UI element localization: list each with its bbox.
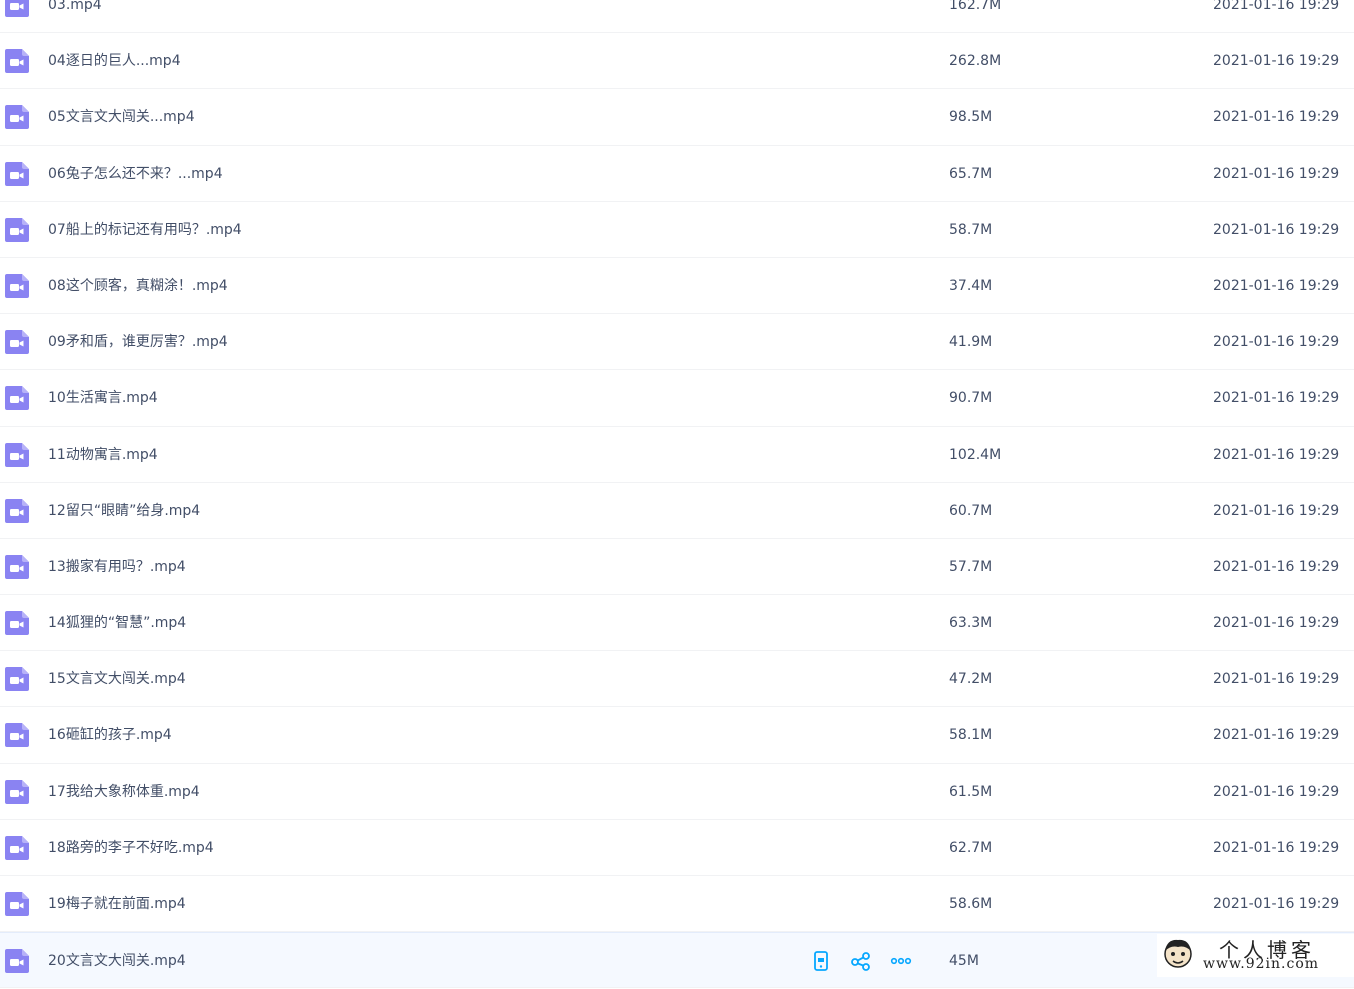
file-size: 98.5M bbox=[949, 109, 993, 126]
file-row[interactable]: 20文言文大闯关.mp4 45M bbox=[0, 932, 1354, 989]
file-date: 2021-01-16 19:29 bbox=[1213, 615, 1340, 632]
video-file-icon bbox=[5, 611, 29, 636]
file-row[interactable]: 19梅子就在前面.mp4 58.6M 2021-01-16 19:29 bbox=[0, 876, 1354, 933]
file-date: 2021-01-16 19:29 bbox=[1213, 53, 1340, 70]
file-name[interactable]: 15文言文大闯关.mp4 bbox=[48, 651, 186, 707]
file-size: 60.7M bbox=[949, 502, 993, 519]
file-date: 2021-01-16 19:29 bbox=[1213, 334, 1340, 351]
file-name[interactable]: 12留只“眼睛”给身.mp4 bbox=[48, 483, 200, 539]
share-icon[interactable] bbox=[850, 950, 872, 972]
file-size: 41.9M bbox=[949, 334, 993, 351]
file-name[interactable]: 16砸缸的孩子.mp4 bbox=[48, 707, 172, 763]
file-size: 37.4M bbox=[949, 277, 993, 294]
file-row[interactable]: 06兔子怎么还不来？...mp4 65.7M 2021-01-16 19:29 bbox=[0, 146, 1354, 202]
more-icon[interactable] bbox=[890, 950, 912, 972]
video-file-icon bbox=[5, 273, 29, 298]
file-size: 102.4M bbox=[949, 446, 1002, 463]
file-size: 162.7M bbox=[949, 0, 1002, 13]
file-name[interactable]: 11动物寓言.mp4 bbox=[48, 427, 158, 483]
file-name[interactable]: 18路旁的李子不好吃.mp4 bbox=[48, 820, 214, 876]
file-date: 2021-01-16 19:29 bbox=[1213, 109, 1340, 126]
file-row[interactable]: 11动物寓言.mp4 102.4M 2021-01-16 19:29 bbox=[0, 427, 1354, 483]
video-file-icon bbox=[5, 892, 29, 916]
video-file-icon bbox=[5, 49, 29, 74]
video-file-icon bbox=[5, 0, 29, 17]
file-date: 2021-01-16 19:29 bbox=[1213, 558, 1340, 575]
file-name[interactable]: 05文言文大闯关...mp4 bbox=[48, 89, 195, 145]
watermark: 个人博客 www.92in.com bbox=[1157, 934, 1354, 977]
file-name[interactable]: 09矛和盾，谁更厉害？.mp4 bbox=[48, 314, 228, 370]
video-file-icon bbox=[5, 779, 29, 804]
file-size: 262.8M bbox=[949, 53, 1002, 70]
file-name[interactable]: 19梅子就在前面.mp4 bbox=[48, 876, 186, 932]
file-date: 2021-01-16 19:29 bbox=[1213, 783, 1340, 800]
file-date: 2021-01-16 19:29 bbox=[1213, 0, 1340, 13]
file-date: 2021-01-16 19:29 bbox=[1213, 446, 1340, 463]
file-row[interactable]: 17我给大象称体重.mp4 61.5M 2021-01-16 19:29 bbox=[0, 764, 1354, 820]
video-file-icon bbox=[5, 330, 29, 355]
file-size: 58.1M bbox=[949, 727, 993, 744]
video-file-icon bbox=[5, 835, 29, 860]
video-file-icon bbox=[5, 498, 29, 523]
file-name[interactable]: 13搬家有用吗？.mp4 bbox=[48, 539, 186, 595]
file-name[interactable]: 20文言文大闯关.mp4 bbox=[48, 933, 186, 989]
file-date: 2021-01-16 19:29 bbox=[1213, 277, 1340, 294]
file-row[interactable]: 03.mp4 162.7M 2021-01-16 19:29 bbox=[0, 0, 1354, 34]
file-row[interactable]: 15文言文大闯关.mp4 47.2M 2021-01-16 19:29 bbox=[0, 651, 1354, 708]
video-file-icon bbox=[5, 723, 29, 748]
file-row[interactable]: 12留只“眼睛”给身.mp4 60.7M 2021-01-16 19:29 bbox=[0, 483, 1354, 539]
avatar-face-icon bbox=[1164, 939, 1192, 968]
video-file-icon bbox=[5, 105, 29, 130]
file-row[interactable]: 10生活寓言.mp4 90.7M 2021-01-16 19:29 bbox=[0, 370, 1354, 427]
file-row[interactable]: 18路旁的李子不好吃.mp4 62.7M 2021-01-16 19:29 bbox=[0, 820, 1354, 876]
file-date: 2021-01-16 19:29 bbox=[1213, 896, 1340, 912]
file-date: 2021-01-16 19:29 bbox=[1213, 502, 1340, 519]
file-size: 61.5M bbox=[949, 783, 993, 800]
video-file-icon bbox=[5, 217, 29, 242]
file-size: 63.3M bbox=[949, 615, 993, 632]
file-date: 2021-01-16 19:29 bbox=[1213, 671, 1340, 688]
file-name[interactable]: 14狐狸的“智慧”.mp4 bbox=[48, 595, 186, 651]
video-file-icon bbox=[5, 442, 29, 467]
watermark-url: www.92in.com bbox=[1203, 956, 1320, 972]
phone-icon[interactable] bbox=[810, 950, 832, 972]
file-date: 2021-01-16 19:29 bbox=[1213, 727, 1340, 744]
file-date: 2021-01-16 19:29 bbox=[1213, 839, 1340, 856]
file-row[interactable]: 07船上的标记还有用吗？.mp4 58.7M 2021-01-16 19:29 bbox=[0, 202, 1354, 258]
file-date: 2021-01-16 19:29 bbox=[1213, 221, 1340, 238]
file-size: 65.7M bbox=[949, 165, 993, 182]
file-name[interactable]: 06兔子怎么还不来？...mp4 bbox=[48, 146, 223, 202]
file-size: 58.6M bbox=[949, 896, 993, 912]
file-name[interactable]: 10生活寓言.mp4 bbox=[48, 370, 158, 426]
video-file-icon bbox=[5, 386, 29, 411]
file-row[interactable]: 09矛和盾，谁更厉害？.mp4 41.9M 2021-01-16 19:29 bbox=[0, 314, 1354, 371]
video-file-icon bbox=[5, 949, 29, 974]
video-file-icon bbox=[5, 554, 29, 579]
file-size: 47.2M bbox=[949, 671, 993, 688]
file-row[interactable]: 16砸缸的孩子.mp4 58.1M 2021-01-16 19:29 bbox=[0, 707, 1354, 764]
file-row[interactable]: 04逐日的巨人...mp4 262.8M 2021-01-16 19:29 bbox=[0, 33, 1354, 90]
row-actions bbox=[810, 950, 912, 972]
file-size: 45M bbox=[949, 953, 979, 970]
file-name[interactable]: 17我给大象称体重.mp4 bbox=[48, 764, 200, 820]
file-size: 90.7M bbox=[949, 390, 993, 407]
video-file-icon bbox=[5, 667, 29, 692]
file-name[interactable]: 07船上的标记还有用吗？.mp4 bbox=[48, 202, 242, 258]
file-row[interactable]: 13搬家有用吗？.mp4 57.7M 2021-01-16 19:29 bbox=[0, 539, 1354, 596]
file-size: 62.7M bbox=[949, 839, 993, 856]
file-size: 57.7M bbox=[949, 558, 993, 575]
file-list: 03.mp4 162.7M 2021-01-16 19:29 04逐日的巨人...mp… bbox=[0, 0, 1354, 989]
file-date: 2021-01-16 19:29 bbox=[1213, 165, 1340, 182]
video-file-icon bbox=[5, 161, 29, 186]
file-row[interactable]: 14狐狸的“智慧”.mp4 63.3M 2021-01-16 19:29 bbox=[0, 595, 1354, 652]
file-date: 2021-01-16 19:29 bbox=[1213, 390, 1340, 407]
file-row[interactable]: 05文言文大闯关...mp4 98.5M 2021-01-16 19:29 bbox=[0, 89, 1354, 146]
file-size: 58.7M bbox=[949, 221, 993, 238]
file-row[interactable]: 08这个顾客，真糊涂！.mp4 37.4M 2021-01-16 19:29 bbox=[0, 258, 1354, 315]
file-name[interactable]: 04逐日的巨人...mp4 bbox=[48, 33, 181, 89]
file-name[interactable]: 08这个顾客，真糊涂！.mp4 bbox=[48, 258, 228, 314]
file-name[interactable]: 03.mp4 bbox=[48, 0, 102, 33]
